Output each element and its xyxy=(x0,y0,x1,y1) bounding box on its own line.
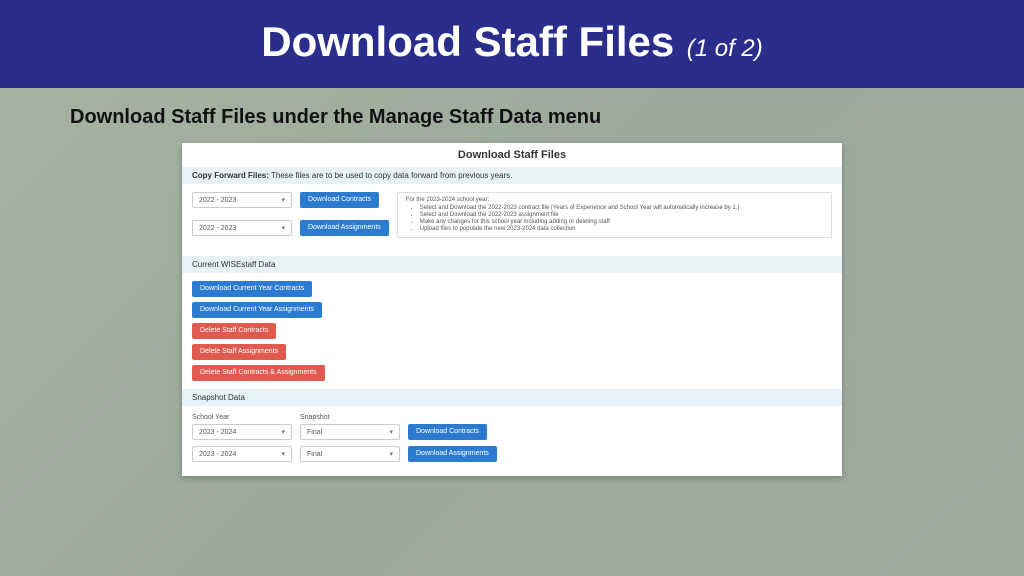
snapshot-type-select-1[interactable]: Final ▾ xyxy=(300,424,400,440)
delete-contracts-button[interactable]: Delete Staff Contracts xyxy=(192,323,276,339)
download-current-assignments-button[interactable]: Download Current Year Assignments xyxy=(192,302,322,318)
snapshot-year-value-1: 2023 - 2024 xyxy=(199,429,236,436)
info-item: Upload files to populate the new 2023-20… xyxy=(420,226,823,232)
chevron-down-icon: ▾ xyxy=(281,224,285,232)
copy-year-select-1[interactable]: 2022 - 2023 ▾ xyxy=(192,192,292,208)
chevron-down-icon: ▾ xyxy=(281,450,285,458)
snapshot-download-assignments-button[interactable]: Download Assignments xyxy=(408,446,497,462)
slide-title: Download Staff Files xyxy=(261,18,674,65)
section-copy-forward-bar: Copy Forward Files: These files are to b… xyxy=(182,167,842,184)
snapshot-col-year: School Year xyxy=(192,414,292,421)
snapshot-label: Snapshot Data xyxy=(192,393,245,402)
copy-year-select-2[interactable]: 2022 - 2023 ▾ xyxy=(192,220,292,236)
snapshot-type-select-2[interactable]: Final ▾ xyxy=(300,446,400,462)
slide-header: Download Staff Files (1 of 2) xyxy=(0,0,1024,88)
chevron-down-icon: ▾ xyxy=(281,428,285,436)
download-contracts-button[interactable]: Download Contracts xyxy=(300,192,379,208)
snapshot-type-value-2: Final xyxy=(307,451,322,458)
slide-progress: (1 of 2) xyxy=(687,35,763,62)
app-panel: Download Staff Files Copy Forward Files:… xyxy=(182,143,842,476)
section-current-bar: Current WISEstaff Data xyxy=(182,256,842,273)
chevron-down-icon: ▾ xyxy=(389,428,393,436)
snapshot-download-contracts-button[interactable]: Download Contracts xyxy=(408,424,487,440)
copy-year-value-1: 2022 - 2023 xyxy=(199,197,236,204)
info-item: Select and Download the 2022-2023 assign… xyxy=(420,212,823,218)
panel-title: Download Staff Files xyxy=(182,143,842,167)
delete-contracts-assignments-button[interactable]: Delete Staff Contracts & Assignments xyxy=(192,365,325,381)
snapshot-type-value-1: Final xyxy=(307,429,322,436)
download-assignments-button[interactable]: Download Assignments xyxy=(300,220,389,236)
info-intro: For the 2023-2024 school year: xyxy=(406,197,823,203)
current-body: Download Current Year Contracts Download… xyxy=(182,273,842,389)
snapshot-body: School Year Snapshot 2023 - 2024 ▾ Final… xyxy=(182,406,842,476)
copy-forward-label: Copy Forward Files: xyxy=(192,171,269,180)
copy-year-value-2: 2022 - 2023 xyxy=(199,225,236,232)
current-label: Current WISEstaff Data xyxy=(192,260,275,269)
snapshot-year-select-2[interactable]: 2023 - 2024 ▾ xyxy=(192,446,292,462)
chevron-down-icon: ▾ xyxy=(389,450,393,458)
snapshot-year-select-1[interactable]: 2023 - 2024 ▾ xyxy=(192,424,292,440)
info-item: Select and Download the 2022-2023 contra… xyxy=(420,205,823,211)
copy-forward-info: For the 2023-2024 school year: Select an… xyxy=(397,192,832,238)
copy-forward-note: These files are to be used to copy data … xyxy=(271,171,512,180)
download-current-contracts-button[interactable]: Download Current Year Contracts xyxy=(192,281,312,297)
info-item: Make any changes for this school year in… xyxy=(420,219,823,225)
section-snapshot-bar: Snapshot Data xyxy=(182,389,842,406)
slide-subhead: Download Staff Files under the Manage St… xyxy=(0,88,1024,143)
delete-assignments-button[interactable]: Delete Staff Assignments xyxy=(192,344,286,360)
snapshot-year-value-2: 2023 - 2024 xyxy=(199,451,236,458)
snapshot-col-snap: Snapshot xyxy=(300,414,400,421)
copy-forward-body: 2022 - 2023 ▾ Download Contracts 2022 - … xyxy=(182,184,842,256)
chevron-down-icon: ▾ xyxy=(281,196,285,204)
